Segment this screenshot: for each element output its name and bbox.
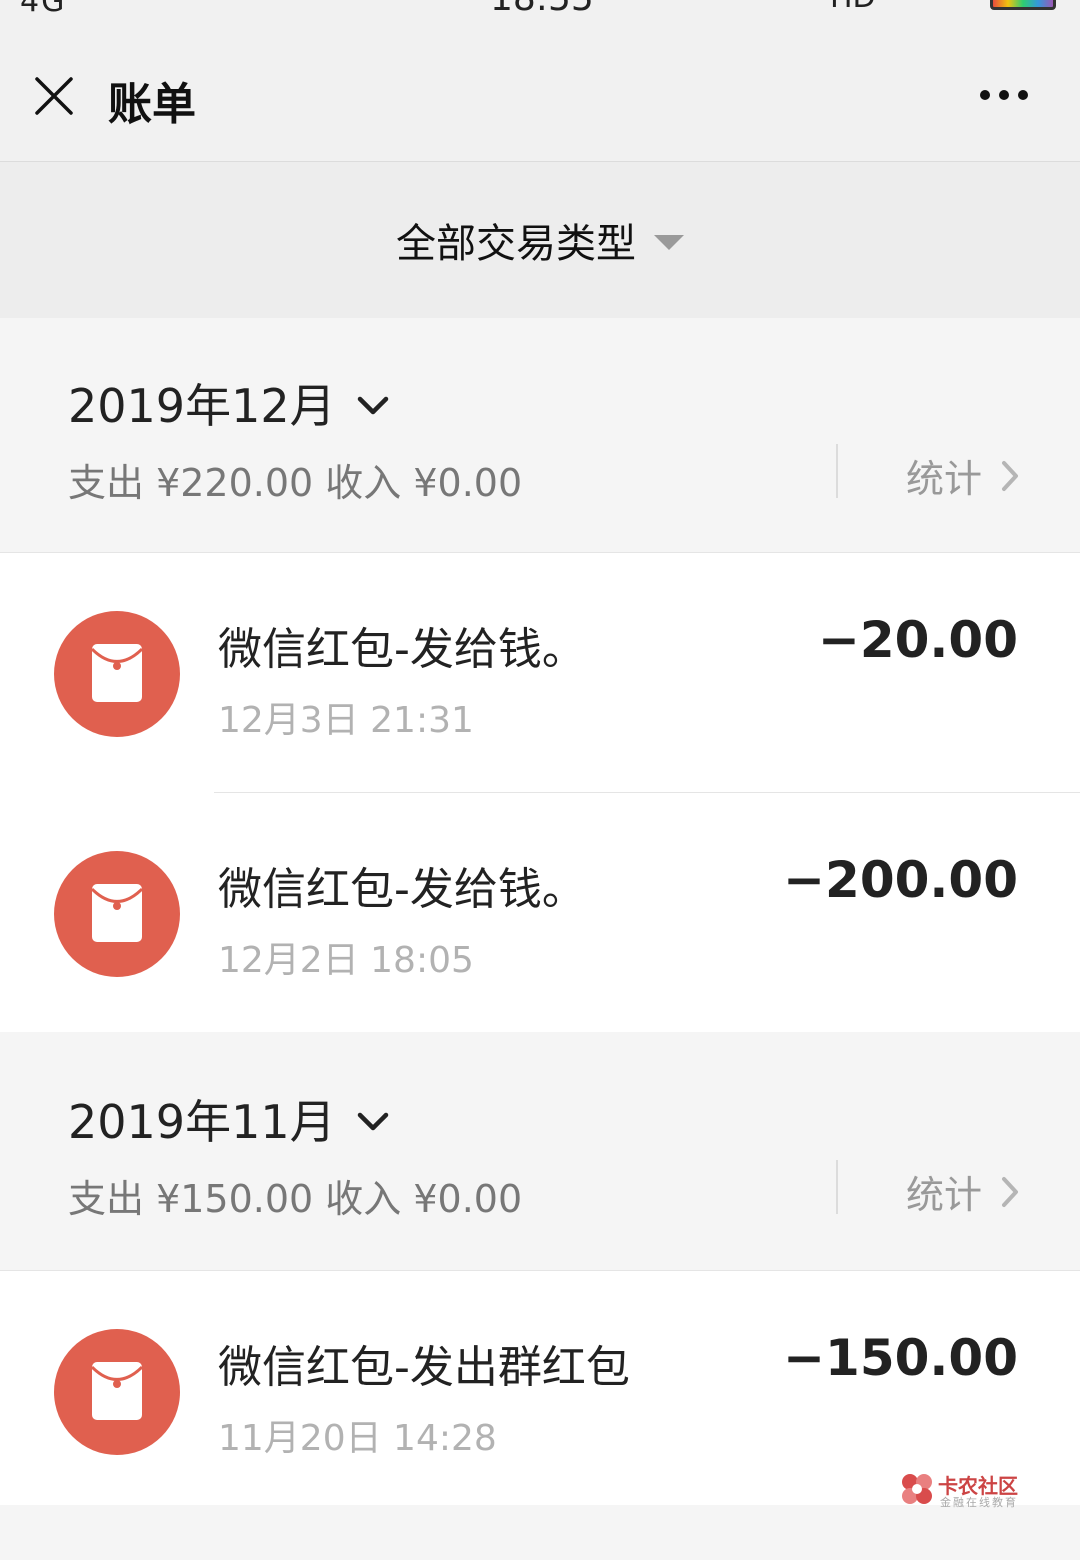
transaction-title: 微信红包-发给钱。 — [218, 624, 586, 675]
month-selector[interactable]: 2019年11月 — [68, 1086, 390, 1152]
caret-down-icon — [654, 234, 684, 250]
month-header: 2019年12月 支出 ¥220.00 收入 ¥0.00 统计 — [0, 318, 1080, 550]
transaction-time: 11月20日 14:28 — [218, 1418, 497, 1459]
close-icon[interactable] — [34, 76, 74, 116]
filter-label: 全部交易类型 — [396, 221, 636, 267]
status-time: 18:55 — [490, 0, 594, 19]
page-title: 账单 — [108, 79, 196, 130]
red-envelope-icon — [92, 1362, 142, 1420]
more-icon[interactable] — [978, 88, 1030, 102]
stats-link[interactable]: 统计 — [906, 1164, 1020, 1219]
status-bar: 4G 18:55 HD — [0, 0, 1080, 20]
transaction-amount: −150.00 — [783, 1329, 1018, 1387]
red-envelope-avatar — [54, 611, 180, 737]
month-title: 2019年11月 — [68, 1095, 336, 1149]
month-selector[interactable]: 2019年12月 — [68, 370, 390, 436]
chevron-down-icon — [357, 1112, 388, 1131]
network-indicator: HD — [830, 0, 876, 15]
transaction-row[interactable]: 微信红包-发给钱。 12月3日 21:31 −20.00 — [0, 553, 1080, 793]
watermark-subtitle: 金融在线教育 — [940, 1496, 1018, 1509]
watermark-logo-icon — [902, 1474, 932, 1504]
battery-icon — [990, 0, 1056, 10]
transaction-title: 微信红包-发出群红包 — [218, 1342, 630, 1393]
transaction-amount: −200.00 — [783, 851, 1018, 909]
stats-label: 统计 — [906, 457, 983, 501]
stats-link[interactable]: 统计 — [906, 448, 1020, 503]
month-summary: 支出 ¥220.00 收入 ¥0.00 — [68, 461, 523, 505]
transaction-row[interactable]: 微信红包-发给钱。 12月2日 18:05 −200.00 — [0, 793, 1080, 1033]
month-divider — [836, 1160, 838, 1214]
red-envelope-icon — [92, 884, 142, 942]
nav-bar: 账单 — [0, 20, 1080, 162]
red-envelope-avatar — [54, 851, 180, 977]
chevron-right-icon — [1002, 460, 1019, 491]
stats-label: 统计 — [906, 1173, 983, 1217]
transaction-time: 12月2日 18:05 — [218, 940, 474, 981]
month-header: 2019年11月 支出 ¥150.00 收入 ¥0.00 统计 — [0, 1032, 1080, 1268]
chevron-right-icon — [1002, 1176, 1019, 1207]
red-envelope-avatar — [54, 1329, 180, 1455]
transaction-time: 12月3日 21:31 — [218, 700, 474, 741]
transaction-list: 微信红包-发出群红包 11月20日 14:28 −150.00 — [0, 1270, 1080, 1505]
transaction-amount: −20.00 — [817, 611, 1018, 669]
transaction-type-filter[interactable]: 全部交易类型 — [0, 162, 1080, 318]
month-summary: 支出 ¥150.00 收入 ¥0.00 — [68, 1177, 523, 1221]
transaction-list: 微信红包-发给钱。 12月3日 21:31 −20.00 微信红包-发给钱。 1… — [0, 552, 1080, 1033]
filter-bar: 全部交易类型 — [0, 162, 1080, 318]
transaction-title: 微信红包-发给钱。 — [218, 864, 586, 915]
red-envelope-icon — [92, 644, 142, 702]
month-divider — [836, 444, 838, 498]
bill-page: 4G 18:55 HD 账单 全部交易类型 2019年12月 支 — [0, 0, 1080, 1560]
month-title: 2019年12月 — [68, 379, 336, 433]
signal-indicator: 4G — [20, 0, 67, 19]
transaction-row[interactable]: 微信红包-发出群红包 11月20日 14:28 −150.00 — [0, 1271, 1080, 1505]
chevron-down-icon — [357, 396, 388, 415]
